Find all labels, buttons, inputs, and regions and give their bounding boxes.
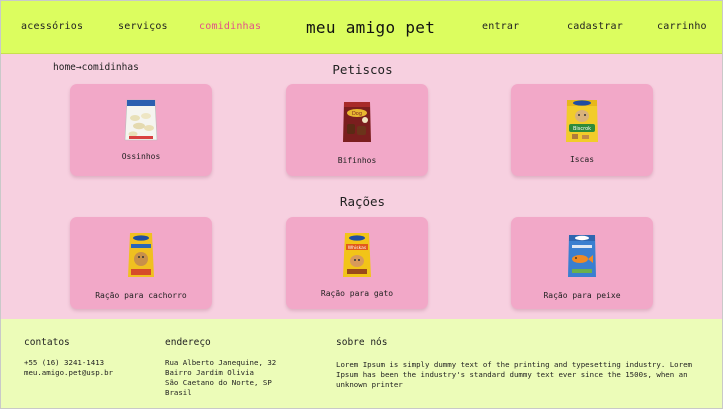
footer-address-line: São Caetano do Norte, SP <box>165 378 272 387</box>
footer-about-text: Lorem Ipsum is simply dummy text of the … <box>336 360 692 390</box>
product-card[interactable]: Whiskas Ração para gato <box>286 217 428 309</box>
nav-comidinhas[interactable]: comidinhas <box>199 21 261 32</box>
product-card[interactable]: Ossinhos <box>70 84 212 176</box>
footer-email[interactable]: meu.amigo.pet@usp.br <box>24 368 113 378</box>
footer-address-line: Rua Alberto Janequine, 32 <box>165 358 277 367</box>
cat-food-bag-icon: Whiskas <box>343 233 371 277</box>
nav-carrinho[interactable]: carrinho <box>657 21 707 32</box>
product-label: Iscas <box>569 155 595 164</box>
product-label: Ração para peixe <box>543 291 621 300</box>
nav-acessorios[interactable]: acessórios <box>21 21 83 32</box>
nav-servicos[interactable]: serviços <box>118 21 168 32</box>
footer-address-line: Brasil <box>165 388 192 397</box>
page: acessórios serviços comidinhas meu amigo… <box>0 0 723 409</box>
svg-text:Dog: Dog <box>352 111 362 117</box>
footer-phone[interactable]: +55 (16) 3241-1413 <box>24 358 104 368</box>
nav-entrar[interactable]: entrar <box>482 21 519 32</box>
bone-treats-bag-icon <box>124 99 158 141</box>
footer-address-title: endereço <box>165 337 211 348</box>
product-label: Ração para gato <box>320 289 394 298</box>
fish-food-bag-icon <box>568 235 596 277</box>
footer: contatos +55 (16) 3241-1413 meu.amigo.pe… <box>1 319 722 408</box>
product-card[interactable]: Ração para cachorro <box>70 217 212 309</box>
brand-title[interactable]: meu amigo pet <box>306 18 435 37</box>
footer-contacts-title: contatos <box>24 337 70 348</box>
meat-strips-bag-icon: Dog <box>343 102 371 142</box>
nav-cadastrar[interactable]: cadastrar <box>567 21 623 32</box>
product-card[interactable]: Dog Bifinhos <box>286 84 428 176</box>
product-label: Bifinhos <box>337 156 377 165</box>
product-label: Ração para cachorro <box>95 291 187 300</box>
footer-about-title: sobre nós <box>336 337 388 348</box>
section-title-petiscos: Petiscos <box>332 62 393 77</box>
footer-address-line: Bairro Jardim Olivia <box>165 368 254 377</box>
top-navbar: acessórios serviços comidinhas meu amigo… <box>1 1 722 54</box>
section-title-racoes: Rações <box>339 194 386 209</box>
product-card[interactable]: Biscrok Iscas <box>511 84 653 176</box>
svg-text:Whiskas: Whiskas <box>348 245 367 251</box>
product-label: Ossinhos <box>121 152 161 161</box>
dog-food-bag-icon <box>128 233 154 277</box>
pedigree-biscrok-bag-icon: Biscrok <box>566 100 598 142</box>
svg-text:Biscrok: Biscrok <box>573 126 591 132</box>
product-card[interactable]: Ração para peixe <box>511 217 653 309</box>
